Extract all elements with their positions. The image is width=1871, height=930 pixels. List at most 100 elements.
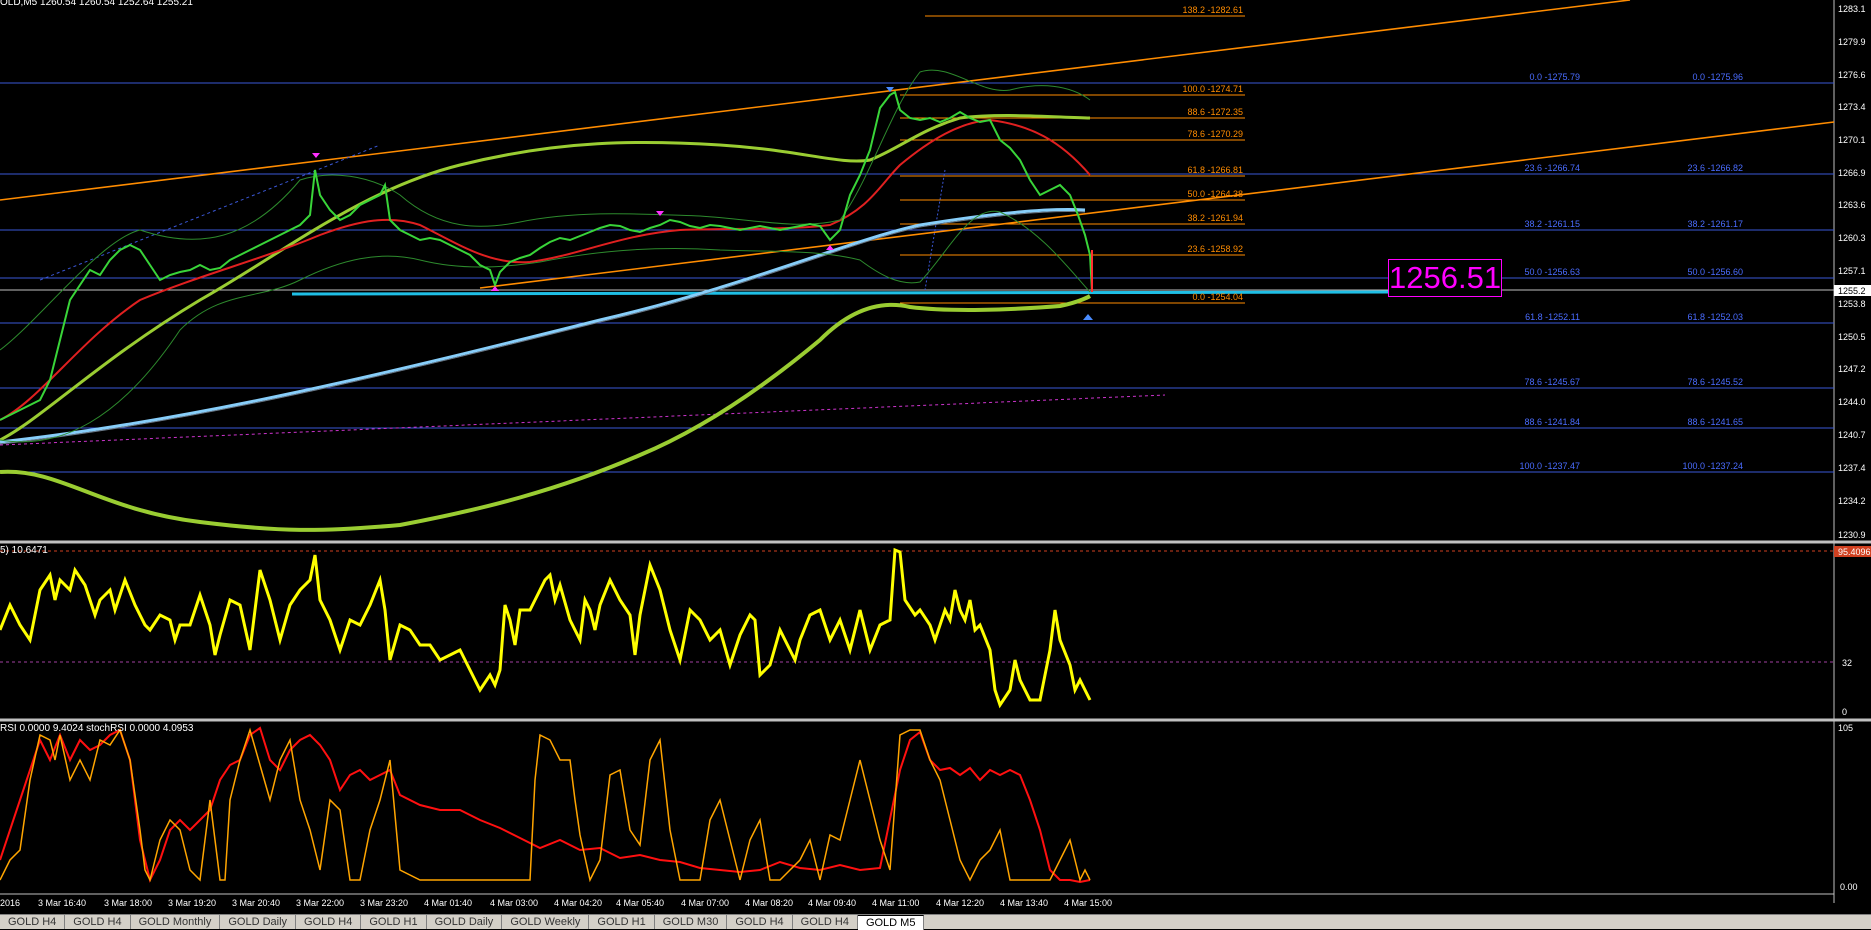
fib-label: 0.0 -1275.96 <box>1692 72 1743 82</box>
fib-label: 138.2 -1282.61 <box>1182 5 1243 15</box>
fib-label: 88.6 -1241.84 <box>1524 417 1580 427</box>
fib-label: 38.2 -1261.94 <box>1187 213 1243 223</box>
chart-tab[interactable]: GOLD Weekly <box>502 915 590 929</box>
price-tick: 1247.2 <box>1838 364 1866 374</box>
chart-tab[interactable]: GOLD H4 <box>296 915 362 929</box>
dashed-trendline <box>39 144 381 281</box>
chart-tabs-bar: GOLD H4 GOLD H4 GOLD Monthly GOLD Daily … <box>0 914 1871 930</box>
stoch-tick: 0 <box>1842 707 1847 717</box>
chart-tab[interactable]: GOLD H1 <box>589 915 655 929</box>
time-tick: 4 Mar 03:00 <box>490 898 538 908</box>
price-tick: 1234.2 <box>1838 496 1866 506</box>
time-axis-labels: 2016 3 Mar 16:40 3 Mar 18:00 3 Mar 19:20… <box>0 898 1112 908</box>
fib-label: 100.0 -1237.24 <box>1682 461 1743 471</box>
time-tick: 4 Mar 13:40 <box>1000 898 1048 908</box>
chart-tab[interactable]: GOLD H4 <box>727 915 793 929</box>
stochastic-line <box>0 547 1092 709</box>
fib-label: 100.0 -1237.47 <box>1519 461 1580 471</box>
long-ma <box>0 208 1086 444</box>
fib-label: 61.8 -1252.03 <box>1687 312 1743 322</box>
orange-fib-labels: 138.2 -1282.61 100.0 -1274.71 88.6 -1272… <box>1182 5 1243 302</box>
fib-label: 23.6 -1266.82 <box>1687 163 1743 173</box>
time-tick: 4 Mar 07:00 <box>681 898 729 908</box>
time-tick: 4 Mar 15:00 <box>1064 898 1112 908</box>
fib-label: 88.6 -1241.65 <box>1687 417 1743 427</box>
time-tick: 3 Mar 20:40 <box>232 898 280 908</box>
fib-label: 50.0 -1256.63 <box>1524 267 1580 277</box>
fib-label: 61.8 -1252.11 <box>1525 312 1580 322</box>
time-tick: 4 Mar 08:20 <box>745 898 793 908</box>
fib-label: 38.2 -1261.17 <box>1687 219 1743 229</box>
price-candles <box>0 90 1093 421</box>
rsi-tick: 0.00 <box>1840 882 1858 892</box>
fib-label: 0.0 -1275.79 <box>1529 72 1580 82</box>
chart-tab[interactable]: GOLD Monthly <box>131 915 221 929</box>
fib-label: 23.6 -1258.92 <box>1187 244 1243 254</box>
time-tick: 3 Mar 18:00 <box>104 898 152 908</box>
chart-tab[interactable]: GOLD M30 <box>655 915 728 929</box>
time-tick: 3 Mar 16:40 <box>38 898 86 908</box>
price-tick: 1273.4 <box>1838 102 1866 112</box>
fib-label: 0.0 -1254.04 <box>1192 292 1243 302</box>
stoch-level-text: 95.4096 <box>1838 547 1871 557</box>
rsi-tick: 105 <box>1838 723 1853 733</box>
magenta-dashed-line <box>0 394 1166 446</box>
price-tick: 1244.0 <box>1838 397 1866 407</box>
fib-label: 23.6 -1266.74 <box>1524 163 1580 173</box>
time-tick: 3 Mar 19:20 <box>168 898 216 908</box>
fib-label: 100.0 -1274.71 <box>1182 84 1243 94</box>
stoch-rsi-pane[interactable]: 105 0.00 <box>0 722 1858 903</box>
stochastic-header: 5) 10.6471 <box>0 545 48 556</box>
fib-label: 78.6 -1245.52 <box>1687 377 1743 387</box>
fib-label: 61.8 -1266.81 <box>1187 165 1243 175</box>
main-chart-header: OLD,M5 1260.54 1260.54 1252.64 1255.21 <box>0 0 193 8</box>
price-tick: 1240.7 <box>1838 430 1866 440</box>
time-tick: 3 Mar 22:00 <box>296 898 344 908</box>
time-tick: 4 Mar 01:40 <box>424 898 472 908</box>
price-tick: 1279.9 <box>1838 37 1866 47</box>
chart-canvas[interactable]: 138.2 -1282.61 100.0 -1274.71 88.6 -1272… <box>0 0 1871 914</box>
price-tick: 1260.3 <box>1838 233 1866 243</box>
trend-channel-lines <box>0 0 1835 289</box>
price-tick: 1237.4 <box>1838 463 1866 473</box>
orange-fib-lines <box>900 15 1245 304</box>
price-axis-labels: 1283.1 1279.9 1276.6 1273.4 1270.1 1266.… <box>1838 4 1866 540</box>
chart-tab[interactable]: GOLD H4 <box>0 915 66 929</box>
time-tick: 4 Mar 05:40 <box>616 898 664 908</box>
price-tick: 1257.1 <box>1838 266 1866 276</box>
fib-label: 88.6 -1272.35 <box>1187 107 1243 117</box>
price-tick: 1230.9 <box>1838 530 1866 540</box>
price-tick: 1263.6 <box>1838 200 1866 210</box>
price-tick: 1283.1 <box>1838 4 1866 14</box>
stoch-tick: 32 <box>1842 658 1852 668</box>
fast-ma <box>0 118 1091 421</box>
blue-fib-labels-left: 0.0 -1275.79 23.6 -1266.74 38.2 -1261.15… <box>1519 72 1580 471</box>
time-tick: 4 Mar 11:00 <box>872 898 919 908</box>
lower-envelope-ma <box>0 294 1092 532</box>
chart-tab[interactable]: GOLD H4 <box>793 915 858 929</box>
chart-tab[interactable]: GOLD H1 <box>361 915 427 929</box>
time-tick: 4 Mar 09:40 <box>808 898 856 908</box>
fib-label: 78.6 -1270.29 <box>1187 129 1243 139</box>
price-label-box[interactable]: 1256.51 <box>1388 259 1502 297</box>
fib-label: 38.2 -1261.15 <box>1524 219 1580 229</box>
blue-fib-labels-right: 0.0 -1275.96 23.6 -1266.82 38.2 -1261.17… <box>1682 72 1743 471</box>
fib-label: 50.0 -1264.38 <box>1187 189 1243 199</box>
rsi-header: RSI 0.0000 9.4024 stochRSI 0.0000 4.0953 <box>0 723 194 734</box>
price-tick: 1270.1 <box>1838 135 1866 145</box>
time-tick: 4 Mar 04:20 <box>554 898 602 908</box>
current-price-tag-text: 1255.2 <box>1838 286 1866 296</box>
price-tick: 1250.5 <box>1838 332 1866 342</box>
time-tick: 3 Mar 23:20 <box>360 898 408 908</box>
fib-label: 50.0 -1256.60 <box>1687 267 1743 277</box>
blue-fib-lines <box>0 82 1834 473</box>
stochastic-pane[interactable]: 32 0 95.4096 <box>0 545 1871 718</box>
time-tick: 2016 <box>0 898 20 908</box>
price-tick: 1266.9 <box>1838 168 1866 178</box>
chart-tab[interactable]: GOLD Daily <box>220 915 297 929</box>
time-tick: 4 Mar 12:20 <box>936 898 984 908</box>
chart-tab[interactable]: GOLD Daily <box>427 915 503 929</box>
price-tick: 1253.8 <box>1838 299 1866 309</box>
chart-tab[interactable]: GOLD H4 <box>65 915 131 929</box>
price-tick: 1276.6 <box>1838 70 1866 80</box>
